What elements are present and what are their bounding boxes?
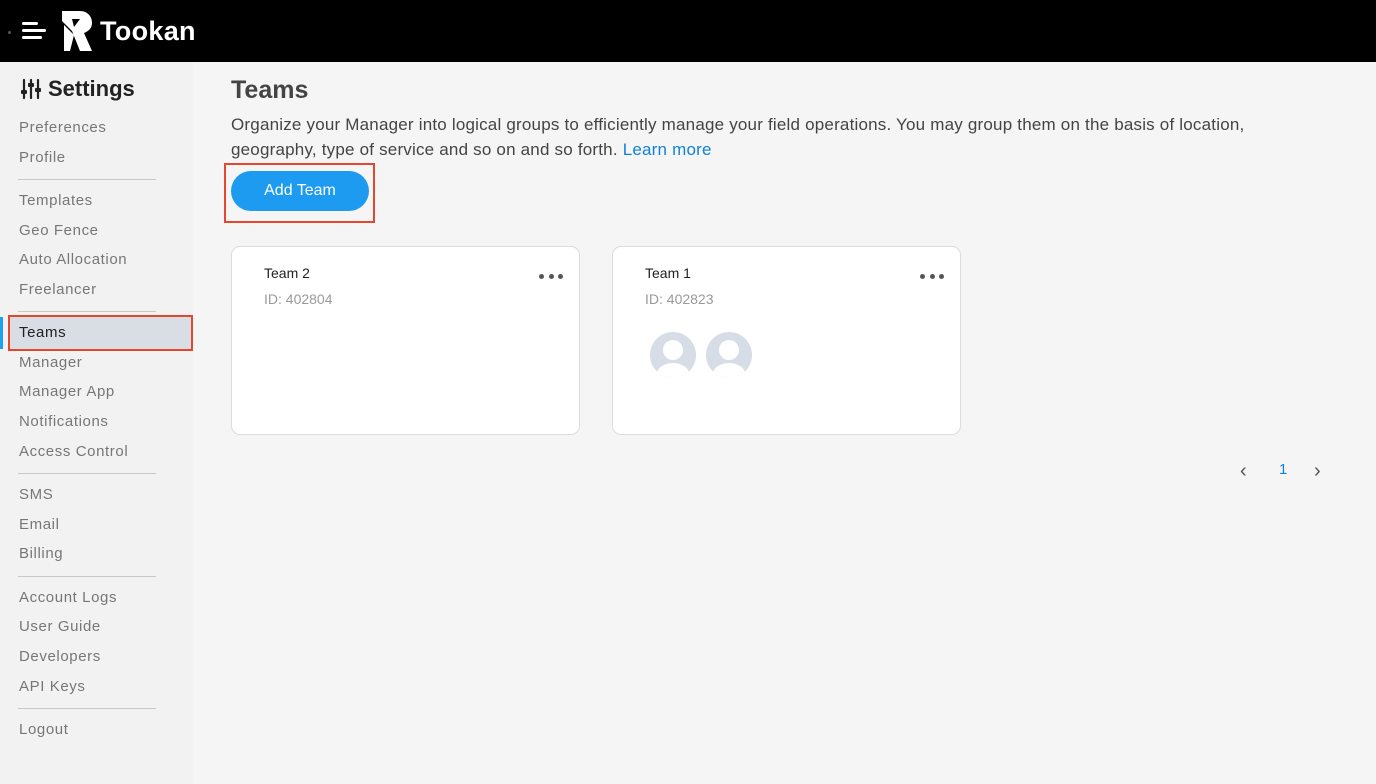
sidebar-item-geo-fence[interactable]: Geo Fence	[19, 222, 99, 239]
tookan-logo[interactable]: Tookan	[60, 9, 196, 53]
page-number[interactable]: 1	[1279, 461, 1287, 478]
top-navbar: Tookan	[0, 0, 1376, 62]
sidebar-item-logout[interactable]: Logout	[19, 721, 68, 738]
chevron-left-icon[interactable]: ‹	[1240, 460, 1247, 483]
team-name: Team 1	[645, 265, 691, 281]
sidebar-item-templates[interactable]: Templates	[19, 192, 93, 209]
settings-sidebar: Settings Preferences Profile Templates G…	[0, 62, 193, 784]
team-card[interactable]: Team 2 ID: 402804	[231, 246, 580, 435]
brand-name: Tookan	[100, 15, 196, 46]
page-description: Organize your Manager into logical group…	[231, 112, 1311, 162]
sidebar-item-sms[interactable]: SMS	[19, 486, 53, 503]
page-title: Teams	[231, 76, 309, 104]
sidebar-item-user-guide[interactable]: User Guide	[19, 618, 101, 635]
sidebar-divider	[18, 473, 156, 474]
chevron-right-icon[interactable]: ›	[1314, 460, 1321, 483]
tookan-logo-icon	[62, 11, 92, 51]
hamburger-menu-icon[interactable]	[22, 20, 48, 40]
sidebar-divider	[18, 179, 156, 180]
user-placeholder-icon	[650, 332, 696, 378]
sidebar-item-billing[interactable]: Billing	[19, 545, 63, 562]
settings-header: Settings	[20, 76, 135, 102]
sidebar-item-account-logs[interactable]: Account Logs	[19, 589, 117, 606]
edge-dot	[8, 31, 11, 34]
sidebar-item-api-keys[interactable]: API Keys	[19, 678, 86, 695]
sidebar-active-indicator	[0, 317, 3, 349]
settings-title: Settings	[48, 76, 135, 101]
more-options-icon[interactable]	[539, 269, 563, 283]
sidebar-item-auto-allocation[interactable]: Auto Allocation	[19, 251, 127, 268]
sidebar-item-manager[interactable]: Manager	[19, 354, 82, 371]
team-card[interactable]: Team 1 ID: 402823	[612, 246, 961, 435]
sidebar-item-manager-app[interactable]: Manager App	[19, 383, 115, 400]
sidebar-divider	[18, 576, 156, 577]
sidebar-item-teams[interactable]: Teams	[19, 324, 66, 341]
sidebar-item-notifications[interactable]: Notifications	[19, 413, 109, 430]
sidebar-item-preferences[interactable]: Preferences	[19, 119, 106, 136]
team-id: ID: 402823	[645, 291, 714, 307]
more-options-icon[interactable]	[920, 269, 944, 283]
team-id: ID: 402804	[264, 291, 333, 307]
description-text: Organize your Manager into logical group…	[231, 115, 1245, 159]
member-avatar[interactable]	[650, 332, 696, 378]
sidebar-item-profile[interactable]: Profile	[19, 149, 66, 166]
user-placeholder-icon	[706, 332, 752, 378]
sidebar-item-access-control[interactable]: Access Control	[19, 443, 128, 460]
sidebar-divider	[18, 708, 156, 709]
member-avatar[interactable]	[706, 332, 752, 378]
sidebar-divider	[18, 311, 156, 312]
sidebar-item-email[interactable]: Email	[19, 516, 60, 533]
learn-more-link[interactable]: Learn more	[623, 140, 712, 159]
team-name: Team 2	[264, 265, 310, 281]
sidebar-item-freelancer[interactable]: Freelancer	[19, 281, 97, 298]
sliders-icon	[21, 78, 41, 100]
sidebar-item-developers[interactable]: Developers	[19, 648, 101, 665]
add-team-button[interactable]: Add Team	[231, 171, 369, 211]
